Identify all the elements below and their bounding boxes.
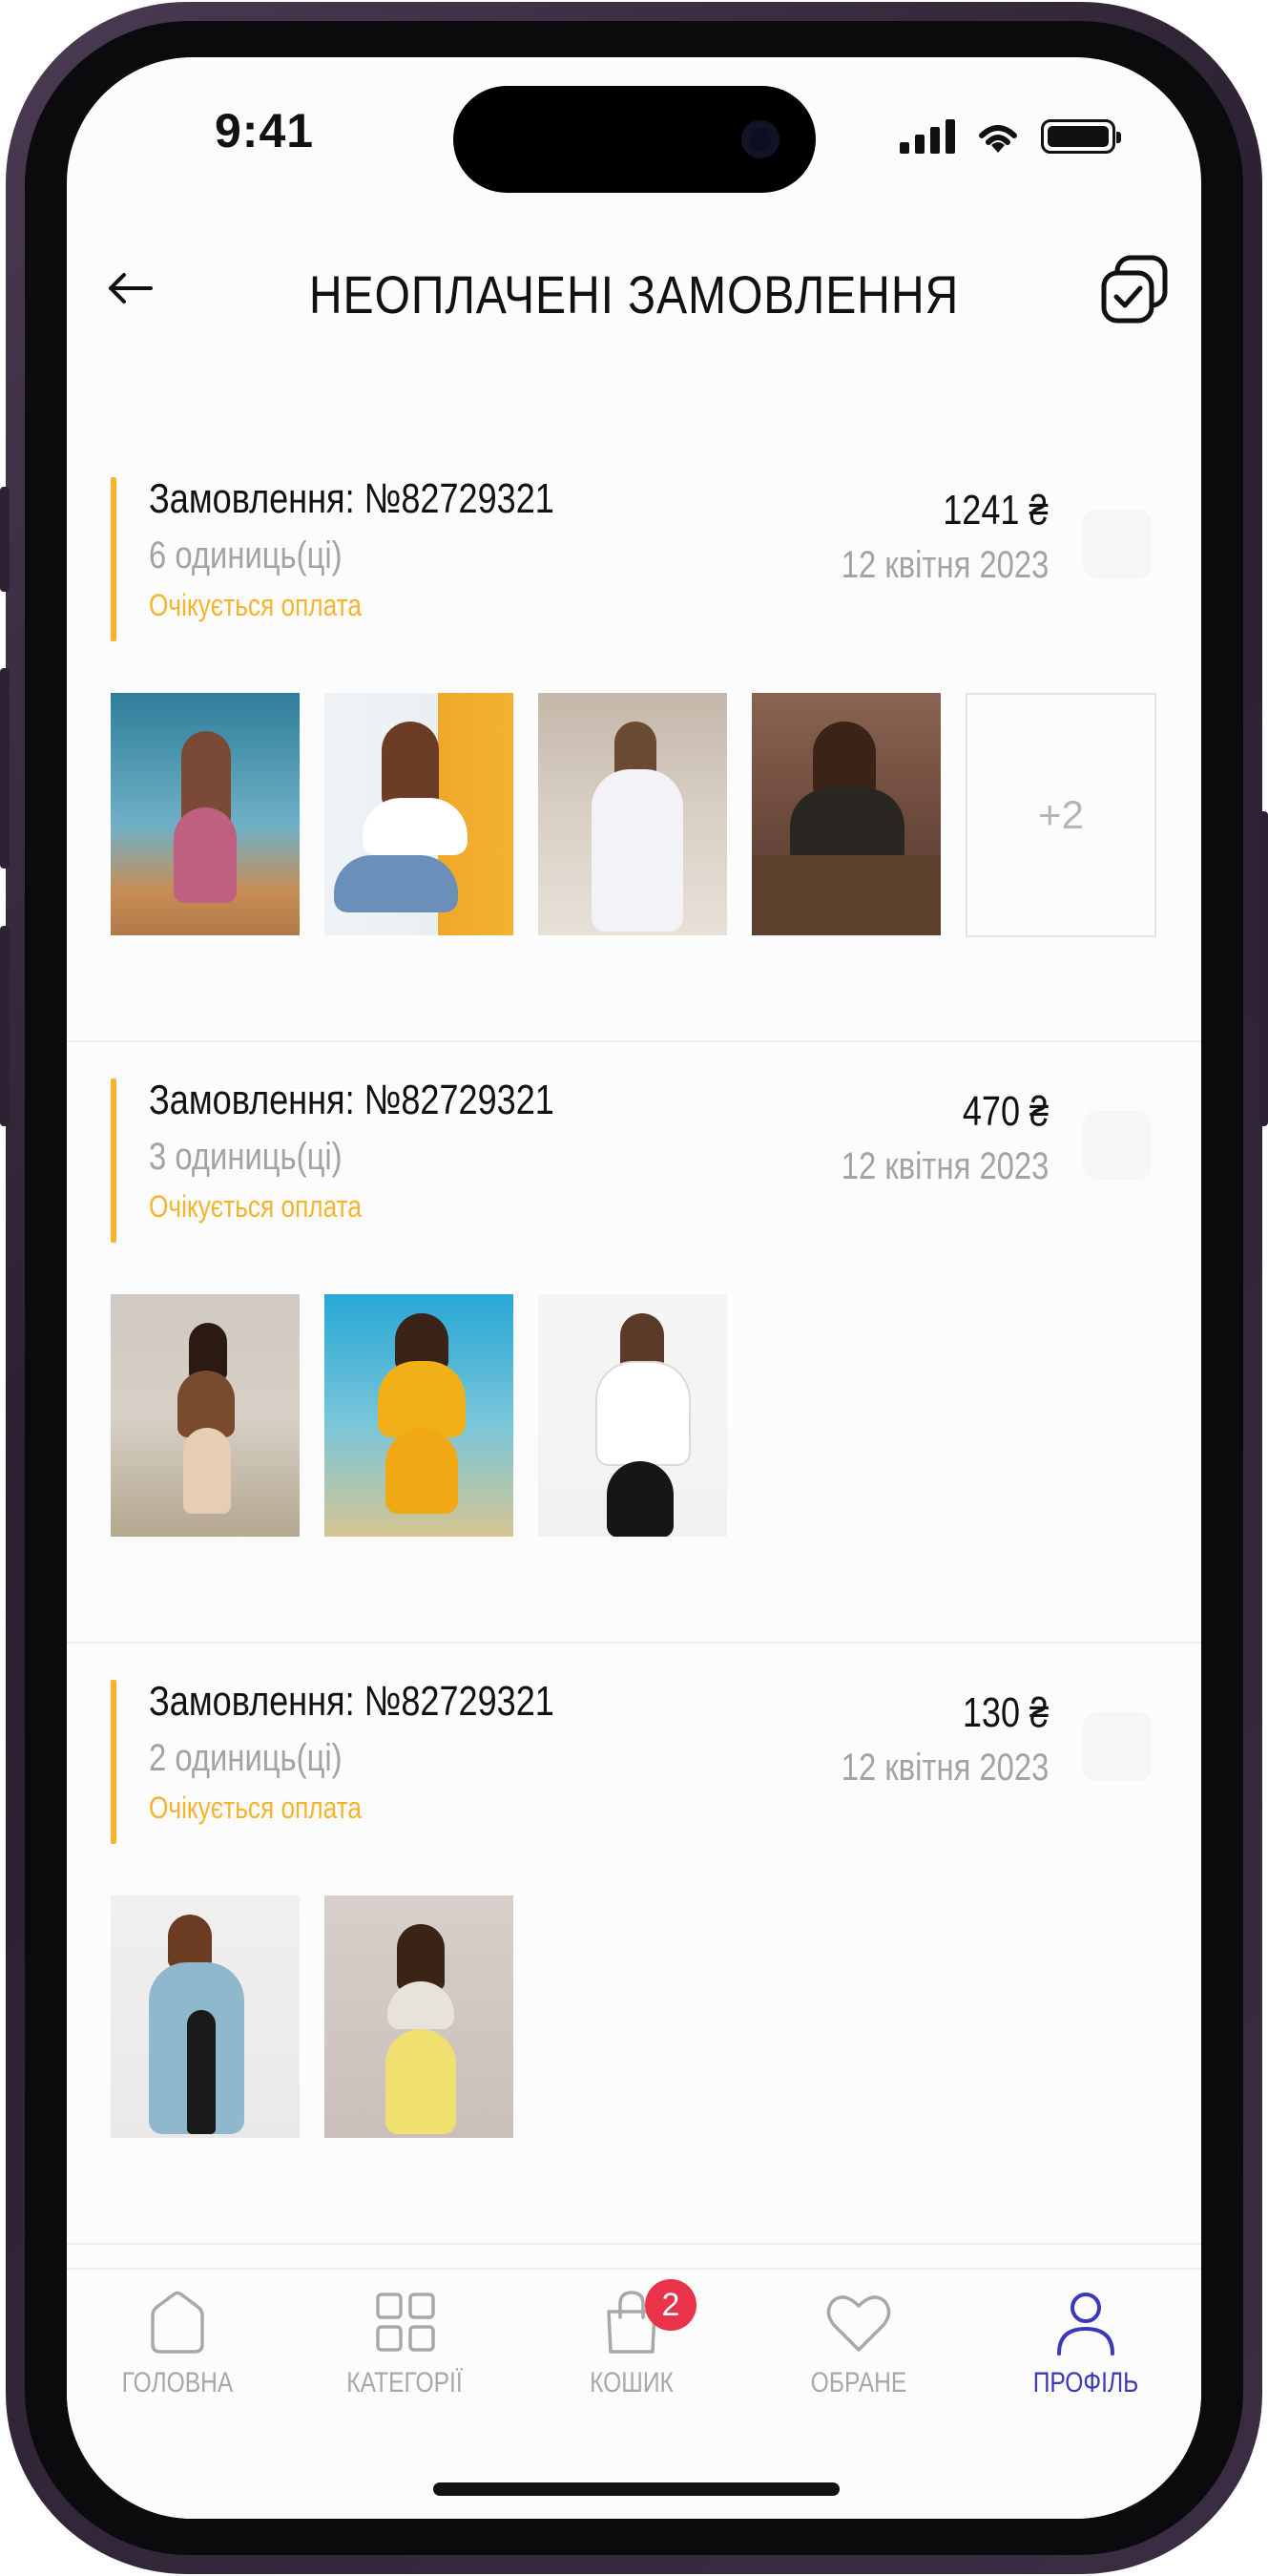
order-checkbox[interactable] <box>1083 1111 1152 1180</box>
order-date: 12 квітня 2023 <box>841 544 1049 586</box>
screen: 9:41 НЕОПЛАЧЕНІ ЗАМОВЛЕННЯ Замовлення: №… <box>67 57 1201 2519</box>
battery-icon <box>1041 119 1121 154</box>
product-thumbnail[interactable] <box>111 1895 300 2138</box>
user-icon <box>1057 2293 1114 2356</box>
tab-label: ПРОФІЛЬ <box>1032 2367 1139 2398</box>
heart-icon <box>826 2295 891 2352</box>
order-checkbox[interactable] <box>1083 1712 1152 1781</box>
order-checkbox[interactable] <box>1083 510 1152 578</box>
order-quantity: 6 одиниць(ці) <box>149 534 343 576</box>
product-thumbnail[interactable] <box>324 1294 513 1537</box>
dynamic-island <box>453 86 816 193</box>
product-thumbnail[interactable] <box>111 693 300 935</box>
tab-home[interactable]: ГОЛОВНА <box>82 2285 273 2399</box>
tab-categories[interactable]: КАТЕГОРІЇ <box>309 2285 500 2399</box>
product-thumbnail[interactable] <box>538 693 727 935</box>
cart-badge: 2 <box>645 2279 696 2331</box>
product-thumbnail[interactable] <box>324 1895 513 2138</box>
product-thumbnail[interactable] <box>752 693 941 935</box>
home-indicator[interactable] <box>433 2482 840 2496</box>
order-thumbnails: +2 <box>111 693 1156 937</box>
order-date: 12 квітня 2023 <box>841 1747 1049 1789</box>
order-price: 1241 ₴ <box>943 487 1049 534</box>
order-quantity: 2 одиниць(ці) <box>149 1737 343 1779</box>
more-items-button[interactable]: +2 <box>966 693 1156 937</box>
camera-icon <box>741 120 780 158</box>
order-card[interactable]: Замовлення: №82729321 6 одиниць(ці) Очік… <box>67 439 1201 1042</box>
order-date: 12 квітня 2023 <box>841 1145 1049 1187</box>
side-button <box>0 926 10 1126</box>
order-card[interactable]: Замовлення: №82729321 3 одиниць(ці) Очік… <box>67 1040 1201 1644</box>
order-card[interactable]: Замовлення: №82729321 2 одиниць(ці) Очік… <box>67 1642 1201 2245</box>
grid-icon <box>376 2293 435 2352</box>
order-price: 130 ₴ <box>962 1689 1049 1736</box>
status-time: 9:41 <box>215 104 315 157</box>
tab-label: КОШИК <box>590 2367 674 2398</box>
tab-label: КАТЕГОРІЇ <box>346 2367 463 2398</box>
header: НЕОПЛАЧЕНІ ЗАМОВЛЕННЯ <box>67 239 1201 344</box>
tab-label: ОБРАНЕ <box>810 2367 907 2398</box>
tab-label: ГОЛОВНА <box>121 2367 234 2398</box>
side-button <box>1258 811 1268 1126</box>
home-icon <box>151 2291 204 2354</box>
order-price: 470 ₴ <box>962 1088 1049 1135</box>
tab-bar: ГОЛОВНА КАТЕГОРІЇ 2 КОШИК ОБРАНЕ ПРОФІЛЬ <box>67 2268 1201 2519</box>
page-title: НЕОПЛАЧЕНІ ЗАМОВЛЕННЯ <box>308 264 960 325</box>
order-number: Замовлення: №82729321 <box>149 1077 554 1123</box>
order-status: Очікується оплата <box>149 588 362 622</box>
order-accent-bar <box>111 1079 116 1243</box>
status-icons <box>900 118 1121 155</box>
side-button <box>0 487 10 592</box>
wifi-icon <box>979 125 1017 153</box>
tab-favorites[interactable]: ОБРАНЕ <box>763 2285 954 2399</box>
order-accent-bar <box>111 1680 116 1844</box>
order-status: Очікується оплата <box>149 1189 362 1224</box>
product-thumbnail[interactable] <box>324 693 513 935</box>
order-accent-bar <box>111 477 116 641</box>
order-status: Очікується оплата <box>149 1791 362 1825</box>
order-quantity: 3 одиниць(ці) <box>149 1136 343 1178</box>
order-thumbnails <box>111 1895 513 2138</box>
select-all-icon[interactable] <box>1096 252 1173 328</box>
side-button <box>0 668 10 869</box>
product-thumbnail[interactable] <box>538 1294 727 1537</box>
order-number: Замовлення: №82729321 <box>149 1678 554 1725</box>
order-number: Замовлення: №82729321 <box>149 475 554 522</box>
tab-cart[interactable]: 2 КОШИК <box>536 2279 727 2399</box>
tab-profile[interactable]: ПРОФІЛЬ <box>990 2285 1181 2399</box>
order-thumbnails <box>111 1294 727 1537</box>
product-thumbnail[interactable] <box>111 1294 300 1537</box>
signal-icon <box>900 119 955 154</box>
